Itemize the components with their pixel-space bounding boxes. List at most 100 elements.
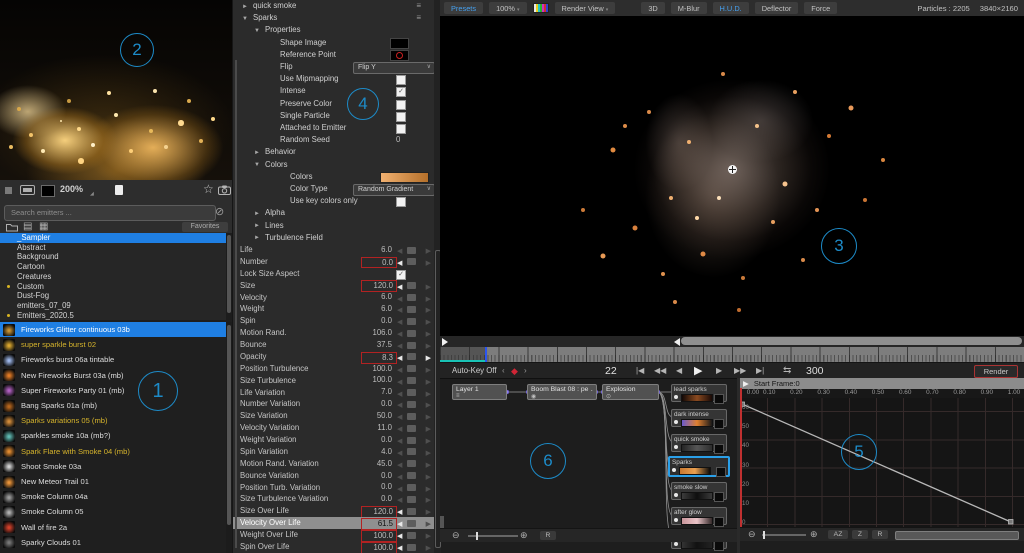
emitter-list-item[interactable]: Smoke Column 05 [0,504,226,519]
keyframe-menu-button[interactable] [407,353,416,361]
node-zoom-slider-thumb[interactable] [476,531,478,540]
velocity-curve[interactable] [740,398,1024,534]
parameter-row[interactable]: Velocity Variation 11.0 ◀ ▶ [233,422,435,434]
emitter-list-item[interactable]: Sparks variations 05 (mb) [0,413,226,428]
keyframe-menu-button[interactable] [407,412,416,420]
viewport-button-deflector[interactable]: Deflector [754,2,799,14]
skip-to-start-icon[interactable]: |◀ [636,363,644,379]
keyframe-menu-button[interactable] [407,341,416,349]
emitter-list-item[interactable]: Shoot Smoke 03a [0,459,226,474]
keyframe-menu-button[interactable] [407,531,416,539]
emitter-list-item[interactable]: New Fireworks Burst 03a (mb) [0,368,226,383]
inspector-tree-row[interactable]: ► Turbulence Field [233,232,429,244]
flow-node[interactable]: Explosion ⊙ [602,384,659,400]
timeline-playhead[interactable] [485,347,487,362]
parameter-row[interactable]: Position Turb. Variation 0.0 ◀ ▶ [233,482,435,494]
emitter-node-after-glow[interactable]: after glow [671,507,727,527]
parameter-row[interactable]: Weight Variation 0.0 ◀ ▶ [233,434,435,446]
node-reset-button[interactable]: R [540,531,556,540]
parameter-value[interactable]: 61.5 [361,518,397,530]
parameter-value[interactable]: 100.0 [361,375,395,385]
search-input[interactable]: Search emitters ... [4,205,216,221]
emitter-list-item[interactable]: Fireworks Glitter continuous 03b [0,322,226,338]
emitter-list-item[interactable]: Super Fireworks Party 01 (mb) [0,383,226,398]
parameter-value[interactable]: 6.0 [361,304,395,314]
viewport-button-hud[interactable]: H.U.D. [712,2,749,14]
keyframe-menu-button[interactable] [407,507,416,515]
timeline-ruler[interactable] [440,347,1024,362]
graph-header[interactable]: ▶ Start Frame:0 [740,378,1024,389]
keyframe-menu-button[interactable] [407,246,416,254]
library-folder-item[interactable]: _Sampler [0,233,226,243]
emitter-shape-swatch[interactable] [714,418,724,429]
parameter-row[interactable]: Size 120.0 ◀ ▶ [233,280,435,293]
step-back-icon[interactable]: ◀ [676,363,682,379]
loop-icon[interactable]: ⇆ [783,363,791,379]
keyframe-menu-button[interactable] [407,305,416,313]
parameter-row[interactable]: Life Variation 7.0 ◀ ▶ [233,387,435,399]
parameter-value[interactable]: 120.0 [361,280,397,293]
node-input-pin[interactable] [674,395,678,399]
parameter-row[interactable]: Spin Variation 4.0 ◀ ▶ [233,446,435,458]
graph-playhead[interactable] [740,388,742,534]
flow-node[interactable]: Layer 1 ≡ [452,384,507,400]
zoom-out-icon[interactable]: ⊖ [452,530,460,541]
checkbox[interactable] [396,75,406,86]
keyframe-menu-button[interactable] [407,460,416,468]
library-folder-item[interactable]: Cartoon [0,262,226,272]
small-swatch-icon[interactable] [5,187,12,194]
parameter-value[interactable]: 11.0 [361,423,395,433]
checkbox[interactable]: ✓ [396,269,406,280]
inspector-tree-row[interactable]: ► quick smoke ≡ [233,0,429,12]
color-gradient-swatch[interactable] [380,172,429,184]
parameter-row[interactable]: Motion Rand. Variation 45.0 ◀ ▶ [233,458,435,470]
parameter-row[interactable]: Weight 6.0 ◀ ▶ [233,303,435,315]
graph-zoom-out-icon[interactable]: ⊖ [748,529,756,540]
parameter-value[interactable]: 6.0 [361,292,395,302]
inspector-tree-row[interactable]: Random Seed 0 [233,134,429,146]
parameter-row[interactable]: Motion Rand. 106.0 ◀ ▶ [233,327,435,339]
timeline-trim-bar[interactable] [440,336,1024,347]
inspector-tree-row[interactable]: Colors [233,171,429,184]
inspector-tree-row[interactable]: Use Mipmapping [233,73,429,86]
emitter-shape-swatch[interactable] [714,540,724,551]
emitter-shape-swatch[interactable] [714,443,724,454]
shape-image-swatch[interactable] [390,38,409,50]
value-text[interactable]: 0 [396,134,400,146]
color-bars-icon[interactable] [532,3,549,13]
parameter-value[interactable]: 50.0 [361,411,395,421]
emitter-list-item[interactable]: Sparky Clouds 01 [0,535,226,550]
keyframe-menu-button[interactable] [407,258,416,266]
keyframe-menu-button[interactable] [407,400,416,408]
library-folder-item[interactable]: Custom [0,282,226,292]
parameter-value[interactable]: 120.0 [361,506,397,518]
parameter-value[interactable]: 7.0 [361,387,395,397]
emitter-list-item[interactable]: super sparkle burst 02 [0,337,226,352]
next-keyframe-icon[interactable]: ▶ [426,543,431,553]
emitter-shape-swatch[interactable] [714,491,724,502]
node-input-pin[interactable] [674,518,678,522]
parameter-row[interactable]: Spin 0.0 ◀ ▶ [233,315,435,327]
parameter-value[interactable]: 0.0 [361,482,395,492]
emitter-shape-swatch[interactable] [714,516,724,527]
library-folder-item[interactable]: Background [0,252,226,262]
parameter-value[interactable]: 37.5 [361,340,395,350]
render-button[interactable]: Render [974,365,1018,378]
parameter-value[interactable]: 100.0 [361,529,397,542]
graph-zoom-slider[interactable] [762,534,806,536]
skip-to-end-icon[interactable]: ▶| [756,363,764,379]
down-arrow-icon[interactable]: ▼ [254,25,260,37]
library-folder-item[interactable]: emitters_07_09 [0,301,226,311]
node-input-pin[interactable] [674,445,678,449]
inspector-tree-row[interactable]: ▼ Colors [233,159,429,171]
parameter-row[interactable]: Number 0.0 ◀ ▶ [233,256,435,269]
monitor-icon[interactable] [20,185,35,196]
down-arrow-icon[interactable]: ▼ [242,13,248,25]
keyframe-menu-button[interactable] [407,436,416,444]
parameter-row[interactable]: Size Over Life 120.0 ◀ ▶ [233,505,435,518]
keyframe-menu-button[interactable] [407,448,416,456]
parameter-row[interactable]: Spin Over Life 100.0 ◀ ▶ [233,541,435,553]
graph-button-az[interactable]: AZ [828,530,848,539]
list-view-icon[interactable]: ▤ [23,221,32,232]
keyframe-menu-button[interactable] [407,424,416,432]
